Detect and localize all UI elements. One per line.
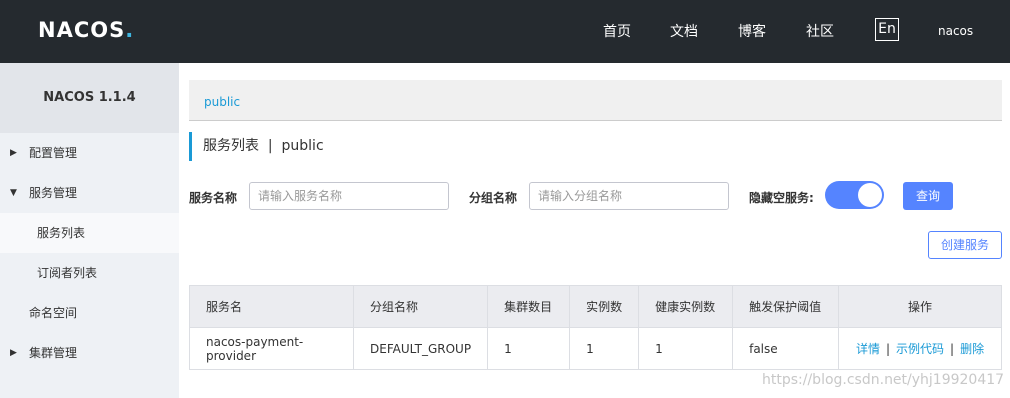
sidebar-item-label: 配置管理 (29, 146, 78, 160)
namespace-public-link[interactable]: public (204, 95, 240, 109)
cell-cluster-count: 1 (487, 327, 571, 370)
sidebar-item-config-management[interactable]: ▶ 配置管理 (0, 133, 179, 173)
table-header-row: 服务名 分组名称 集群数目 实例数 健康实例数 触发保护阈值 操作 (189, 285, 1002, 328)
sidebar-item-subscriber-list[interactable]: 订阅者列表 (0, 253, 179, 293)
column-header: 健康实例数 (638, 285, 734, 328)
separator: | (950, 342, 955, 356)
table-row: nacos-payment-provider DEFAULT_GROUP 1 1… (189, 327, 1002, 370)
column-header: 实例数 (569, 285, 640, 328)
nav-home[interactable]: 首页 (603, 21, 631, 41)
top-navbar: NACOS. 首页 文档 博客 社区 En nacos (0, 0, 1010, 63)
hide-empty-label: 隐藏空服务: (749, 191, 814, 205)
nav-blog[interactable]: 博客 (738, 21, 766, 41)
query-button[interactable]: 查询 (903, 182, 953, 210)
sidebar-item-service-management[interactable]: ▼ 服务管理 (0, 173, 179, 213)
separator: | (885, 342, 891, 356)
sidebar: NACOS 1.1.4 ▶ 配置管理 ▼ 服务管理 服务列表 订阅者列表 命名空… (0, 63, 179, 398)
create-service-button[interactable]: 创建服务 (928, 231, 1002, 259)
nav-docs[interactable]: 文档 (670, 21, 698, 41)
cell-instance-count: 1 (569, 327, 640, 370)
cell-group-name: DEFAULT_GROUP (352, 327, 489, 370)
column-header: 操作 (838, 285, 1002, 328)
column-header: 分组名称 (352, 285, 489, 328)
caret-down-icon: ▼ (10, 188, 17, 198)
page-title: 服务列表 | public (189, 132, 324, 161)
detail-link[interactable]: 详情 (856, 342, 880, 356)
service-table: 服务名 分组名称 集群数目 实例数 健康实例数 触发保护阈值 操作 nacos-… (189, 285, 1002, 370)
caret-right-icon: ▶ (10, 348, 17, 358)
version-title: NACOS 1.1.4 (0, 63, 179, 133)
toggle-knob (858, 183, 882, 207)
watermark-text: https://blog.csdn.net/yhj19920417 (762, 372, 1005, 388)
column-header: 服务名 (189, 285, 354, 328)
sidebar-item-label: 命名空间 (29, 306, 78, 320)
group-name-label: 分组名称 (469, 191, 518, 205)
cell-actions: 详情 | 示例代码 | 删除 (838, 327, 1002, 370)
column-header: 触发保护阈值 (732, 285, 840, 328)
sidebar-item-label: 订阅者列表 (37, 266, 98, 280)
hide-empty-toggle[interactable] (825, 181, 884, 209)
sidebar-item-namespace[interactable]: 命名空间 (0, 293, 179, 333)
sample-code-link[interactable]: 示例代码 (896, 342, 944, 356)
nav-community[interactable]: 社区 (806, 21, 834, 41)
cell-protect-threshold: false (732, 327, 840, 370)
column-header: 集群数目 (487, 285, 571, 328)
delete-link[interactable]: 删除 (960, 342, 984, 356)
user-name[interactable]: nacos (938, 24, 973, 38)
sidebar-item-service-list[interactable]: 服务列表 (0, 213, 179, 253)
group-name-input[interactable] (529, 182, 729, 210)
namespace-bar: public (189, 80, 1002, 121)
sidebar-item-label: 服务管理 (29, 186, 78, 200)
language-switch[interactable]: En (875, 18, 899, 41)
sidebar-item-label: 集群管理 (29, 346, 78, 360)
cell-healthy-count: 1 (638, 327, 734, 370)
nacos-logo[interactable]: NACOS. (38, 18, 134, 42)
service-name-label: 服务名称 (189, 191, 238, 205)
service-name-input[interactable] (249, 182, 449, 210)
sidebar-item-label: 服务列表 (37, 226, 86, 240)
cell-service-name: nacos-payment-provider (189, 327, 354, 370)
sidebar-item-cluster-management[interactable]: ▶ 集群管理 (0, 333, 179, 373)
caret-right-icon: ▶ (10, 148, 17, 158)
